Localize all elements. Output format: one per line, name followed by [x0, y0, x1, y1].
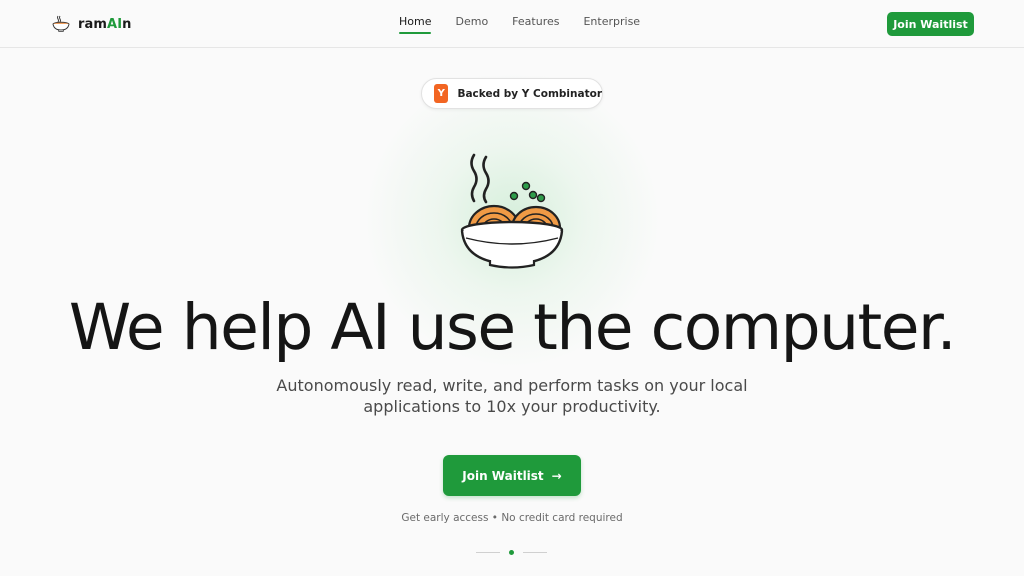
- header-join-waitlist-button[interactable]: Join Waitlist: [887, 12, 974, 36]
- indicator-line-right: [523, 552, 547, 553]
- brand-name: ramAIn: [78, 16, 132, 32]
- brand-logo[interactable]: ramAIn: [51, 14, 132, 34]
- ramen-bowl-icon: [52, 15, 70, 32]
- nav-item-enterprise[interactable]: Enterprise: [583, 15, 640, 33]
- indicator-dot-active[interactable]: [509, 550, 514, 555]
- hero-join-waitlist-button[interactable]: Join Waitlist →: [443, 455, 581, 496]
- y-combinator-logo: Y: [434, 84, 449, 103]
- main-nav: Home Demo Features Enterprise: [399, 15, 640, 34]
- hero-title: We help AI use the computer.: [68, 291, 957, 364]
- ramen-bowl-icon: [460, 153, 564, 269]
- site-header: ramAIn Home Demo Features Enterprise Joi…: [0, 0, 1024, 48]
- hero-subtitle-line-2: applications to 10x your productivity.: [363, 397, 661, 416]
- hero-cta-label: Join Waitlist: [462, 468, 544, 483]
- landing-page: ramAIn Home Demo Features Enterprise Joi…: [0, 0, 1024, 576]
- early-access-note: Get early access • No credit card requir…: [401, 512, 623, 524]
- yc-badge[interactable]: Y Backed by Y Combinator: [421, 78, 603, 109]
- scroll-indicator: [476, 548, 548, 558]
- nav-item-demo[interactable]: Demo: [455, 15, 488, 33]
- arrow-right-icon: →: [551, 468, 562, 483]
- indicator-line-left: [476, 552, 500, 553]
- hero-subtitle: Autonomously read, write, and perform ta…: [262, 375, 762, 417]
- badge-text: Backed by Y Combinator: [457, 87, 602, 100]
- nav-item-home[interactable]: Home: [399, 15, 432, 34]
- hero-subtitle-line-1: Autonomously read, write, and perform ta…: [276, 376, 748, 395]
- nav-item-features[interactable]: Features: [512, 15, 559, 33]
